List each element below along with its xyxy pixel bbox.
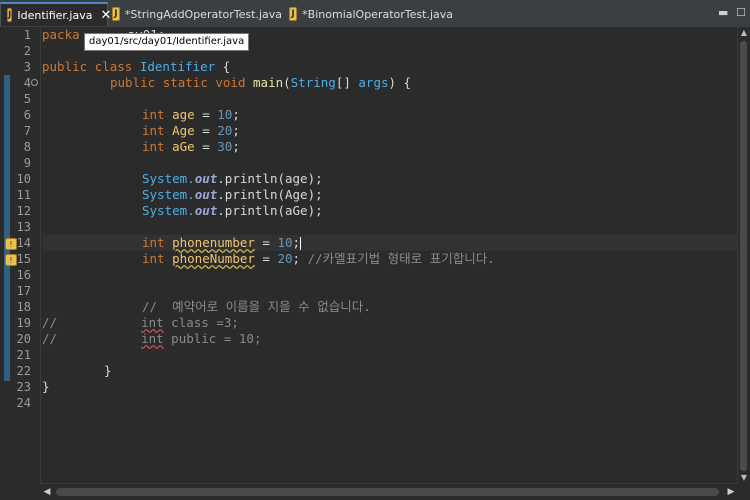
warning-icon[interactable]: ! [5,254,17,266]
code-line-20: //int public = 10; [42,331,262,346]
line-number: 17 [16,284,31,298]
code-line-8: int aGe = 30; [142,139,240,154]
line-number: 19 [16,316,31,330]
code-line-22: } [104,363,112,378]
scrollbar-corner [738,484,750,500]
code-line-12: System.out.println(aGe); [142,203,323,218]
line-number: 5 [23,92,31,106]
code-line-19: //int class =3; [42,315,239,330]
java-file-icon: J [112,7,120,21]
code-line-18: // 예약어로 이름을 지을 수 없습니다. [142,299,371,314]
vertical-scroll-thumb[interactable] [740,41,747,471]
maximize-icon[interactable]: ☐ [736,6,746,19]
line-number: 22 [16,364,31,378]
java-file-icon: J [7,8,13,22]
line-number: 2 [23,44,31,58]
code-line-6: int age = 10; [142,107,240,122]
code-line-14: int phonenumber = 10; [142,235,302,250]
java-file-icon: J [289,7,298,21]
code-line-10: System.out.println(age); [142,171,323,186]
line-number: 9 [23,156,31,170]
scroll-up-icon[interactable]: ▲ [738,27,750,39]
line-number: 11 [16,188,31,202]
line-number: 4 [23,76,31,90]
line-number: 24 [16,396,31,410]
scroll-right-icon[interactable]: ▶ [724,484,738,500]
minimize-icon[interactable]: ▬ [718,6,728,19]
code-line-15: int phoneNumber = 20; //카멜표기법 형태로 표기합니다. [142,251,495,266]
line-number: 1 [23,28,31,42]
line-number-gutter: 1 2 3 4 5 6 7 8 9 10 11 12 13 14 15 16 1… [0,27,41,484]
code-area[interactable]: packaay01; public class Identifier { pub… [42,27,738,484]
editor-tab-bar: J Identifier.java ✕ J *StringAddOperator… [0,0,750,28]
line-number: 6 [23,108,31,122]
tab-label: *BinomialOperatorTest.java [302,7,453,21]
tab-label: *StringAddOperatorTest.java [124,7,282,21]
line-number: 3 [23,60,31,74]
scroll-down-icon[interactable]: ▼ [738,472,750,484]
line-number: 13 [16,220,31,234]
horizontal-scrollbar[interactable]: ◀ ▶ [40,483,738,500]
file-path-tooltip: day01/src/day01/Identifier.java [84,33,250,51]
code-line-23: } [42,379,50,394]
warning-icon[interactable]: ! [5,238,17,250]
tab-binomial-operator-test[interactable]: J *BinomialOperatorTest.java [283,2,453,26]
close-icon[interactable]: ✕ [100,8,111,23]
tab-string-add-operator-test[interactable]: J *StringAddOperatorTest.java [112,2,282,26]
line-number: 21 [16,348,31,362]
text-cursor [300,237,302,250]
line-number: 7 [23,124,31,138]
line-number: 16 [16,268,31,282]
line-number: 20 [16,332,31,346]
scroll-left-icon[interactable]: ◀ [40,484,54,500]
code-line-4: public static void main(String[] args) { [110,75,412,90]
fold-toggle-icon[interactable] [31,79,38,86]
line-number: 23 [16,380,31,394]
tab-label: Identifier.java [17,8,93,22]
vertical-scrollbar[interactable]: ▲ ▼ [737,27,750,484]
line-number: 12 [16,204,31,218]
line-number: 18 [16,300,31,314]
line-number: 8 [23,140,31,154]
line-number: 10 [16,172,31,186]
code-line-11: System.out.println(Age); [142,187,323,202]
code-line-7: int Age = 20; [142,123,240,138]
code-editor[interactable]: 1 2 3 4 5 6 7 8 9 10 11 12 13 14 15 16 1… [0,27,738,484]
tab-identifier-java[interactable]: J Identifier.java ✕ [0,2,111,26]
code-line-3: public class Identifier { [42,59,231,74]
horizontal-scroll-thumb[interactable] [56,488,719,496]
